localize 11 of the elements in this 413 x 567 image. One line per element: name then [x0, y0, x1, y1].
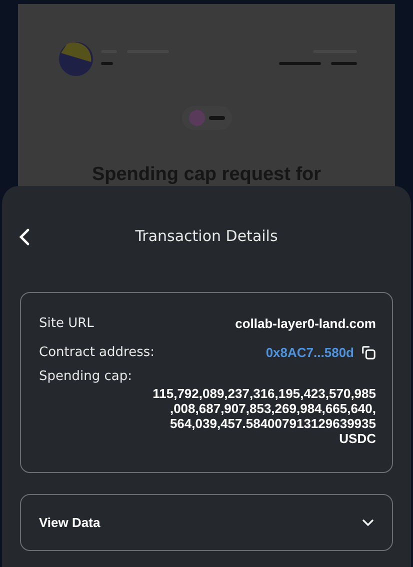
detail-label: Spending cap: — [39, 369, 132, 384]
address-link[interactable]: 0x8AC7...580d — [266, 345, 354, 360]
chevron-icon — [362, 518, 374, 526]
detail-label: Contract address: — [39, 345, 155, 360]
spending-cap-value: 115,792,089,237,316,195,423,570,985 ,008,687,907,853,269,984,665,640, 564,039,457.584007913129639935 USDC — [152, 386, 376, 446]
copy-icon[interactable] — [361, 345, 376, 360]
account-avatar-icon — [59, 42, 93, 76]
detail-label: Site URL — [39, 316, 94, 331]
view-data-dropdown[interactable]: View Data — [20, 494, 393, 551]
sheet-title: Transaction Details — [135, 227, 278, 245]
detail-value: collab-layer0-land.com — [235, 316, 376, 331]
